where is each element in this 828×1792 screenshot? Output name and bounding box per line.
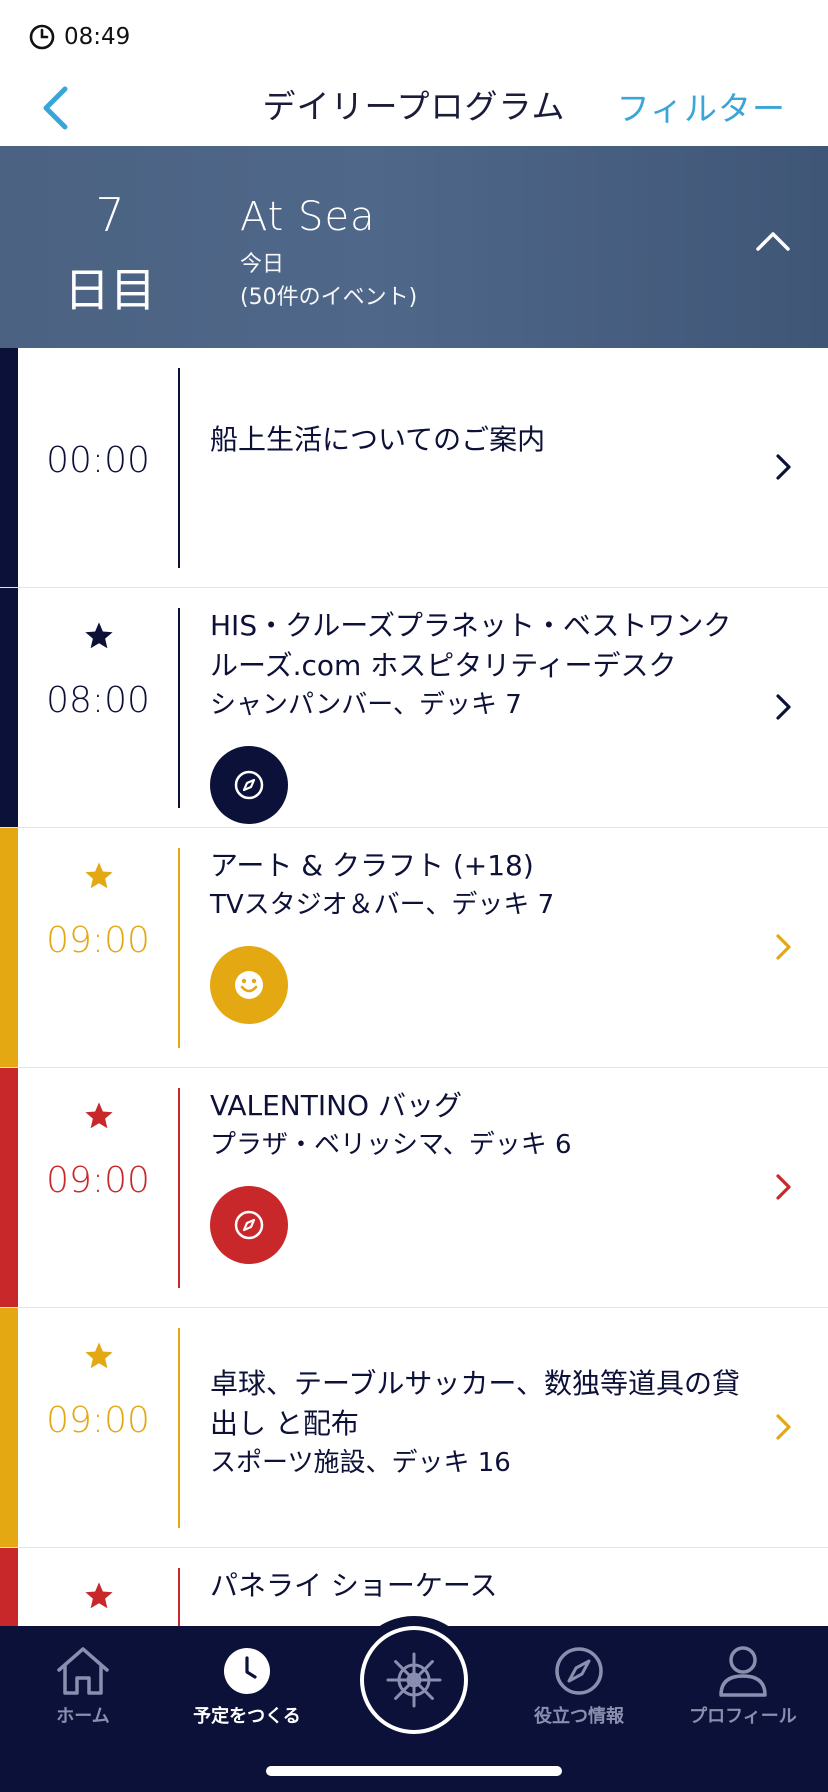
clock-icon [224, 1648, 270, 1694]
tab-profile[interactable]: プロフィール [668, 1640, 818, 1740]
event-color-bar [0, 588, 18, 827]
event-row[interactable]: 00:00 船上生活についてのご案内 [0, 348, 828, 588]
event-row[interactable]: 09:00 アート & クラフト (+18) TVスタジオ＆バー、デッキ 7 [0, 828, 828, 1068]
event-row[interactable]: 09:00 卓球、テーブルサッカー、数独等道具の貸出し と配布 スポーツ施設、デ… [0, 1308, 828, 1548]
ship-wheel-icon [386, 1652, 442, 1708]
tab-label: 予定をつくる [193, 1706, 301, 1727]
event-content: アート & クラフト (+18) TVスタジオ＆バー、デッキ 7 [210, 846, 750, 1024]
event-color-bar [0, 348, 18, 587]
event-row[interactable]: 09:00 VALENTINO バッグ プラザ・ベリッシマ、デッキ 6 [0, 1068, 828, 1308]
tab-useful-info[interactable]: 役立つ情報 [504, 1640, 654, 1740]
event-color-bar [0, 1308, 18, 1547]
event-color-bar [0, 1068, 18, 1307]
event-location: TVスタジオ＆バー、デッキ 7 [210, 890, 555, 920]
star-icon[interactable] [83, 1580, 115, 1612]
day-number: 7 [95, 188, 125, 242]
tab-ship-wheel[interactable] [360, 1626, 468, 1734]
event-content: 卓球、テーブルサッカー、数独等道具の貸出し と配布 スポーツ施設、デッキ 16 [210, 1364, 750, 1482]
event-title: パネライ ショーケース [210, 1569, 498, 1602]
event-time: 09:00 [46, 920, 150, 961]
chevron-right-icon [776, 1414, 791, 1440]
compass-icon [555, 1647, 603, 1695]
smiley-icon [235, 971, 263, 999]
status-time-text: 08:49 [64, 24, 131, 50]
alarm-clock-icon [29, 24, 55, 50]
collapse-button[interactable] [748, 216, 798, 266]
event-list: 00:00 船上生活についてのご案内 08:00 HIS・クルーズプラネット・ベ… [0, 348, 828, 1626]
day-suffix: 日目 [64, 263, 156, 317]
event-location: シャンパンバー、デッキ 7 [210, 690, 522, 720]
event-row[interactable]: 08:00 HIS・クルーズプラネット・ベストワンクルーズ.com ホスピタリテ… [0, 588, 828, 828]
category-badge [210, 946, 288, 1024]
tab-home[interactable]: ホーム [8, 1640, 158, 1740]
category-badge [210, 746, 288, 824]
tab-schedule[interactable]: 予定をつくる [172, 1640, 322, 1740]
event-time: 08:00 [46, 680, 150, 721]
star-icon[interactable] [83, 620, 115, 652]
event-title: HIS・クルーズプラネット・ベストワンクルーズ.com ホスピタリティーデスク [210, 609, 732, 682]
star-icon[interactable] [83, 1340, 115, 1372]
event-title: 卓球、テーブルサッカー、数独等道具の貸出し と配布 [210, 1367, 741, 1440]
star-icon[interactable] [83, 1100, 115, 1132]
nav-bar: デイリープログラム フィルター [0, 70, 828, 146]
event-title: アート & クラフト (+18) [210, 849, 534, 882]
home-icon [57, 1647, 109, 1695]
event-content: VALENTINO バッグ プラザ・ベリッシマ、デッキ 6 [210, 1086, 750, 1264]
chevron-up-icon [756, 232, 790, 251]
day-header[interactable]: 7 日目 At Sea 今日 (50件のイベント) [0, 146, 828, 348]
event-divider [178, 608, 180, 808]
tab-label: プロフィール [689, 1706, 797, 1727]
day-name: At Sea [240, 194, 376, 240]
event-time: 09:00 [46, 1400, 150, 1441]
chevron-right-icon [776, 454, 791, 480]
event-content: HIS・クルーズプラネット・ベストワンクルーズ.com ホスピタリティーデスク … [210, 606, 750, 824]
event-divider [178, 1328, 180, 1528]
event-color-bar [0, 828, 18, 1067]
event-color-bar [0, 1548, 18, 1626]
compass-icon [234, 770, 264, 800]
star-icon[interactable] [83, 860, 115, 892]
event-time: 09:00 [46, 1160, 150, 1201]
event-divider [178, 848, 180, 1048]
compass-icon [234, 1210, 264, 1240]
chevron-right-icon [776, 934, 791, 960]
event-content: パネライ ショーケース [210, 1566, 750, 1606]
chevron-right-icon [776, 1174, 791, 1200]
day-subtitle: 今日 [240, 252, 285, 277]
event-divider [178, 1568, 180, 1626]
person-icon [719, 1646, 767, 1697]
home-indicator[interactable] [266, 1766, 562, 1776]
tab-label: ホーム [56, 1706, 110, 1727]
event-content: 船上生活についてのご案内 [210, 420, 750, 460]
event-title: VALENTINO バッグ [210, 1089, 463, 1122]
chevron-right-icon [776, 694, 791, 720]
status-bar: 08:49 [0, 0, 828, 70]
tab-label: 役立つ情報 [534, 1706, 624, 1727]
event-location: プラザ・ベリッシマ、デッキ 6 [210, 1130, 572, 1160]
category-badge [210, 1186, 288, 1264]
event-title: 船上生活についてのご案内 [210, 423, 546, 456]
event-divider [178, 1088, 180, 1288]
event-location: スポーツ施設、デッキ 16 [210, 1448, 511, 1478]
event-time: 00:00 [46, 440, 150, 481]
status-time: 08:49 [28, 20, 130, 54]
event-divider [178, 368, 180, 568]
filter-button[interactable]: フィルター [617, 82, 786, 130]
event-row[interactable]: パネライ ショーケース [0, 1548, 828, 1626]
event-count: (50件のイベント) [240, 285, 418, 310]
